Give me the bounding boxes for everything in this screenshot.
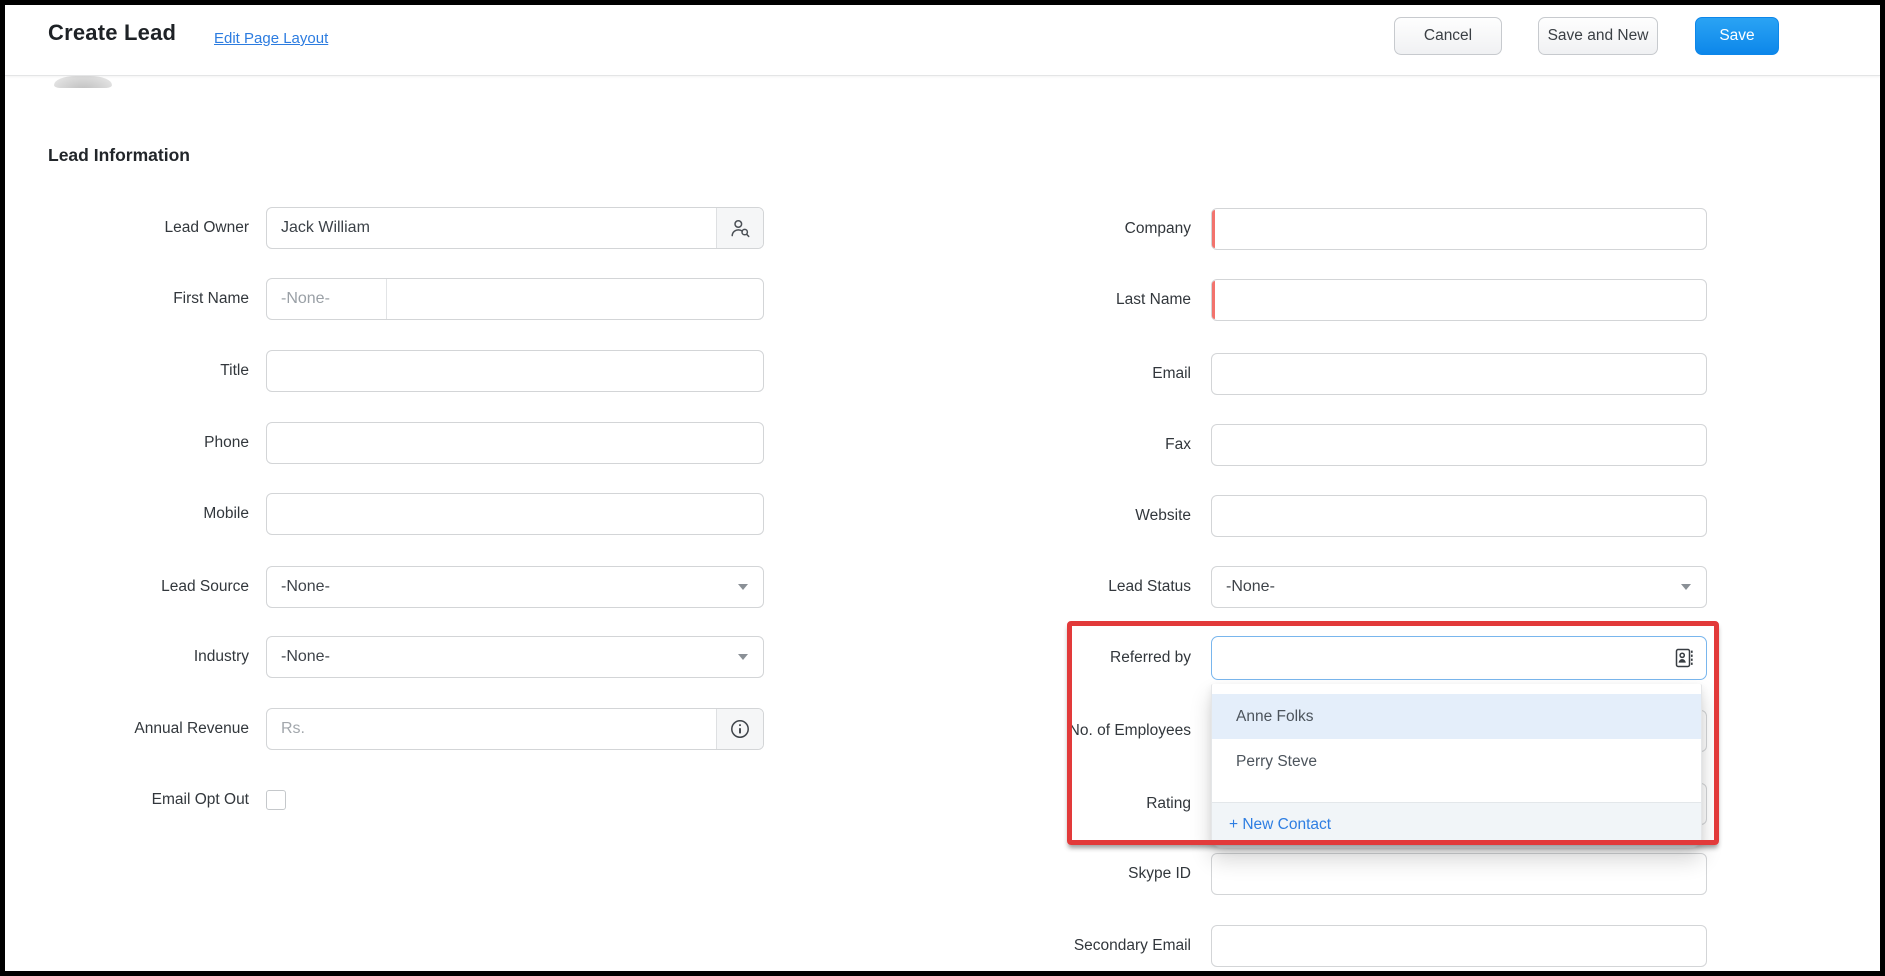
cancel-button[interactable]: Cancel [1394,17,1502,55]
rating-label: Rating [965,795,1191,813]
chevron-down-icon [1681,584,1691,590]
new-contact-button[interactable]: + New Contact [1212,802,1701,847]
secondary-email-input[interactable] [1212,926,1706,966]
last-name-field[interactable] [1211,279,1707,321]
lead-owner-input[interactable] [267,208,763,248]
secondary-email-field[interactable] [1211,925,1707,967]
referred-by-dropdown: Anne Folks Perry Steve + New Contact [1211,684,1702,848]
field-row-last-name: Last Name [965,279,1707,321]
phone-label: Phone [45,434,249,452]
fax-label: Fax [965,436,1191,454]
industry-label: Industry [45,648,249,666]
annual-revenue-label: Annual Revenue [45,720,249,738]
app-window: Create Lead Edit Page Layout Cancel Save… [0,0,1885,976]
company-field[interactable] [1211,208,1707,250]
website-field[interactable] [1211,495,1707,537]
mobile-field[interactable] [266,493,764,535]
page-title: Create Lead [48,20,176,46]
field-row-skype-id: Skype ID [965,853,1707,895]
title-field[interactable] [266,350,764,392]
skype-id-input[interactable] [1212,854,1706,894]
industry-select[interactable]: -None- [266,636,764,678]
secondary-email-label: Secondary Email [965,937,1191,955]
title-input[interactable] [267,351,763,391]
company-label: Company [965,220,1191,238]
field-row-fax: Fax [965,424,1707,466]
fax-field[interactable] [1211,424,1707,466]
dropdown-option-perry-steve[interactable]: Perry Steve [1212,739,1701,784]
title-label: Title [45,362,249,380]
email-field[interactable] [1211,353,1707,395]
last-name-label: Last Name [965,291,1191,309]
contact-card-icon [1672,646,1696,670]
mobile-input[interactable] [267,494,763,534]
section-title: Lead Information [48,145,190,166]
skype-id-label: Skype ID [965,865,1191,883]
field-row-lead-status: Lead Status -None- [965,566,1707,608]
field-row-company: Company [965,208,1707,250]
user-search-icon [729,217,751,239]
lead-status-select[interactable]: -None- [1211,566,1707,608]
field-row-first-name: First Name -None- [45,278,764,320]
first-name-label: First Name [45,290,249,308]
lead-owner-label: Lead Owner [45,219,249,237]
annual-revenue-input[interactable] [267,709,763,749]
info-icon [729,718,751,740]
field-row-email: Email [965,353,1707,395]
email-opt-out-checkbox[interactable] [266,790,286,810]
field-row-industry: Industry -None- [45,636,764,678]
field-row-lead-owner: Lead Owner [45,207,764,249]
lead-owner-field[interactable] [266,207,764,249]
email-opt-out-label: Email Opt Out [45,791,249,809]
header-bar: Create Lead Edit Page Layout Cancel Save… [5,5,1880,76]
annual-revenue-info-segment[interactable] [716,709,763,749]
lead-source-value: -None- [281,578,330,596]
skype-id-field[interactable] [1211,853,1707,895]
annual-revenue-field[interactable] [266,708,764,750]
lead-owner-lookup-button[interactable] [716,208,763,248]
lead-source-select[interactable]: -None- [266,566,764,608]
dropdown-option-anne-folks[interactable]: Anne Folks [1212,694,1701,739]
field-row-website: Website [965,495,1707,537]
save-button[interactable]: Save [1695,17,1779,55]
industry-value: -None- [281,648,330,666]
lead-status-value: -None- [1226,578,1275,596]
field-row-title: Title [45,350,764,392]
referred-by-field[interactable] [1211,636,1707,680]
save-and-new-button[interactable]: Save and New [1538,17,1658,55]
email-label: Email [965,365,1191,383]
field-row-phone: Phone [45,422,764,464]
dropdown-spacer [1212,784,1701,802]
referred-by-label: Referred by [965,649,1191,667]
lead-source-label: Lead Source [45,578,249,596]
mobile-label: Mobile [45,505,249,523]
chevron-down-icon [738,584,748,590]
last-name-input[interactable] [1212,280,1706,320]
fax-input[interactable] [1212,425,1706,465]
phone-field[interactable] [266,422,764,464]
email-input[interactable] [1212,354,1706,394]
contact-lookup-button[interactable] [1672,646,1696,670]
company-input[interactable] [1212,209,1706,249]
first-name-field[interactable]: -None- [266,278,764,320]
record-avatar [54,76,112,88]
website-label: Website [965,507,1191,525]
edit-page-layout-link[interactable]: Edit Page Layout [214,30,328,47]
no-of-employees-label: No. of Employees [965,722,1191,740]
field-row-annual-revenue: Annual Revenue [45,708,764,750]
first-name-input[interactable] [267,279,763,319]
field-row-secondary-email: Secondary Email [965,925,1707,967]
lead-status-label: Lead Status [965,578,1191,596]
phone-input[interactable] [267,423,763,463]
field-row-mobile: Mobile [45,493,764,535]
field-row-email-opt-out: Email Opt Out [45,779,286,821]
referred-by-input[interactable] [1212,637,1706,679]
field-row-referred-by: Referred by [965,637,1707,679]
chevron-down-icon [738,654,748,660]
field-row-lead-source: Lead Source -None- [45,566,764,608]
website-input[interactable] [1212,496,1706,536]
